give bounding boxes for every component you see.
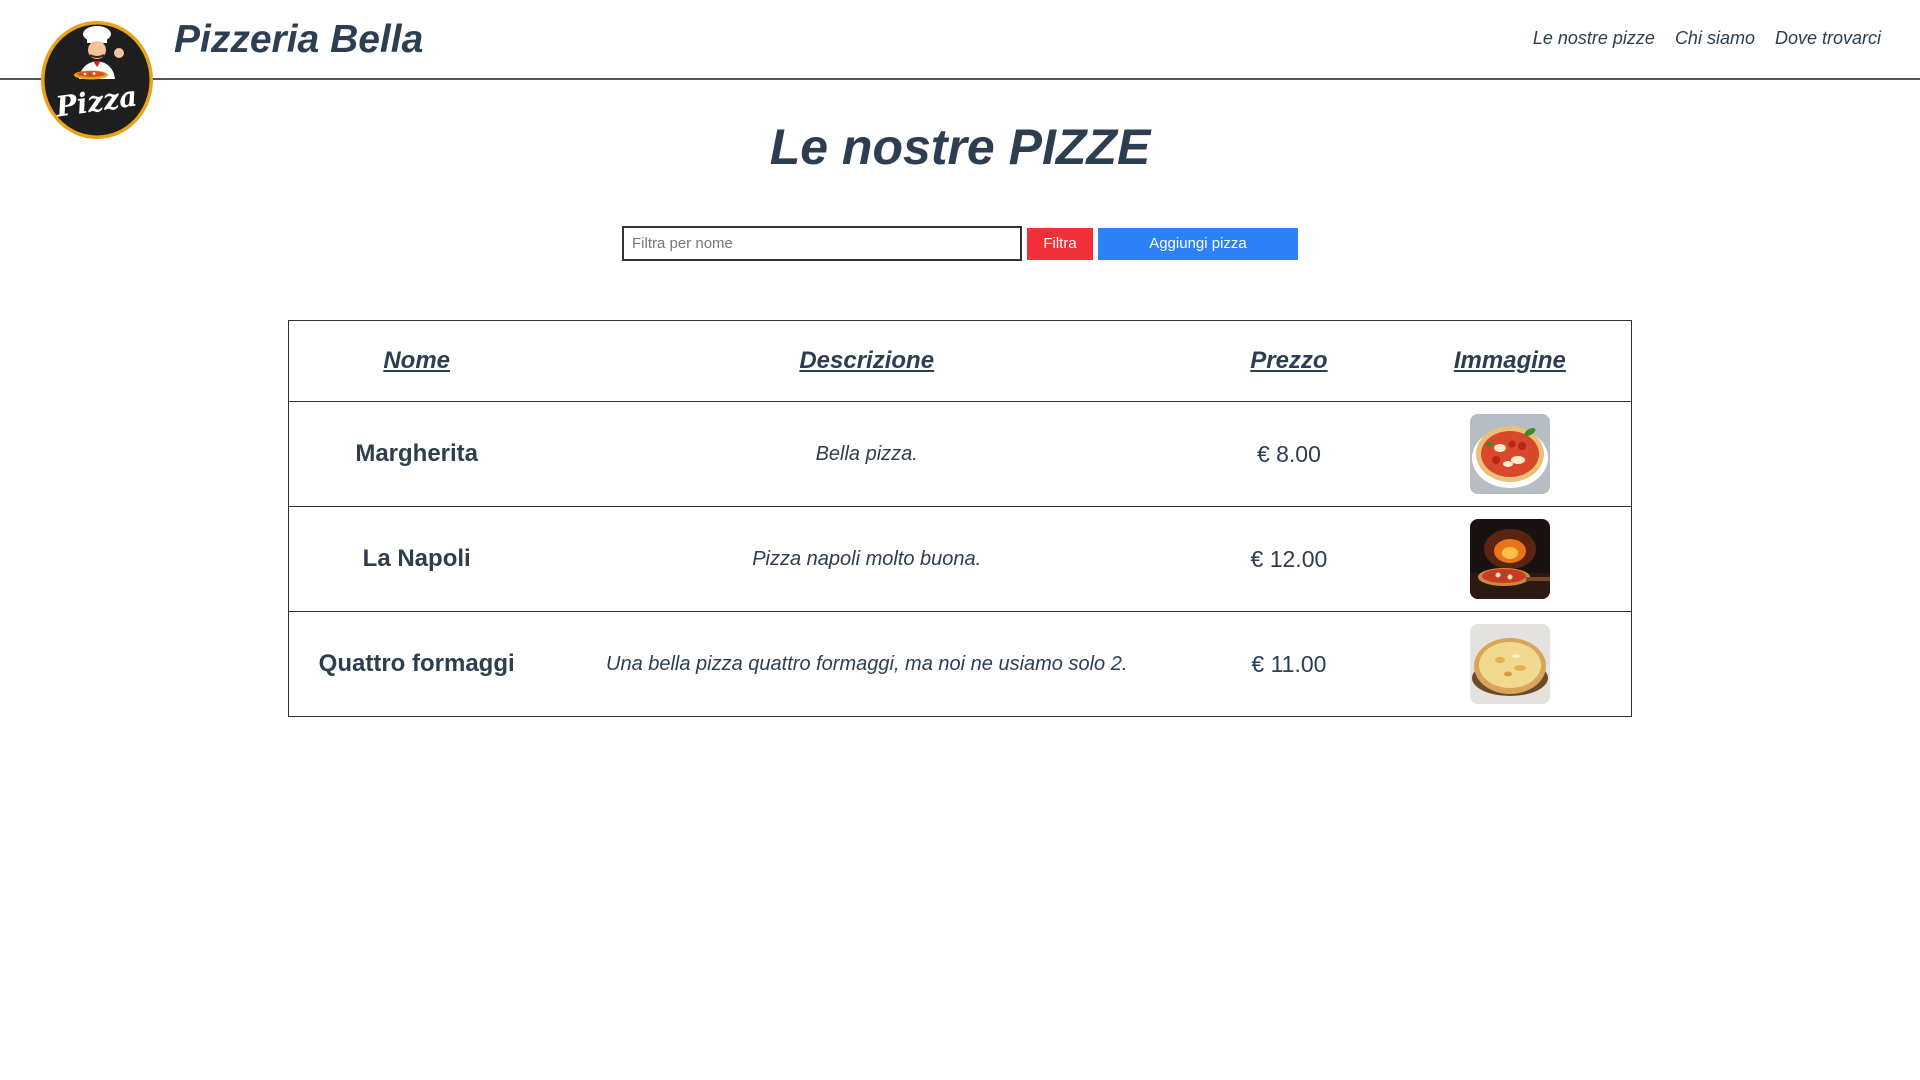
filter-button[interactable]: Filtra (1027, 227, 1093, 260)
pizza-name: La Napoli (362, 545, 471, 572)
brand-title[interactable]: Pizzeria Bella (174, 18, 423, 62)
pizza-price: € 8.00 (1256, 440, 1321, 467)
pizza-description: Pizza napoli molto buona. (752, 547, 982, 570)
pizza-price: € 12.00 (1250, 545, 1328, 572)
add-pizza-button[interactable]: Aggiungi pizza (1098, 227, 1298, 260)
pizza-image-cell (1389, 507, 1632, 612)
column-header-prezzo[interactable]: Prezzo (1189, 321, 1389, 402)
table-row[interactable]: Margherita Bella pizza. € 8.00 (288, 401, 1632, 507)
top-header: Pizza Pizzeria Bella Le nostre pizze Chi… (0, 0, 1920, 139)
pizzeria-logo[interactable]: Pizza (39, 19, 155, 141)
nav-link-chi-siamo[interactable]: Chi siamo (1675, 28, 1755, 49)
pizza-image-cell (1389, 402, 1632, 507)
main-nav: Le nostre pizze Chi siamo Dove trovarci (1533, 28, 1881, 49)
table-row[interactable]: La Napoli Pizza napoli molto buona. € 12… (288, 506, 1632, 612)
margherita-photo-icon[interactable] (1469, 414, 1550, 494)
pizza-table: Nome Descrizione Prezzo Immagine Margher… (288, 320, 1632, 717)
filter-toolbar: Filtra Aggiungi pizza (622, 226, 1298, 261)
pizza-name: Quattro formaggi (318, 650, 515, 677)
table-header-row: Nome Descrizione Prezzo Immagine (289, 321, 1632, 402)
pizza-name: Margherita (355, 440, 479, 467)
page-title: Le nostre PIZZE (769, 119, 1151, 175)
filter-name-input[interactable] (622, 226, 1022, 261)
pizza-image-cell (1389, 612, 1632, 717)
nav-link-pizze[interactable]: Le nostre pizze (1533, 28, 1655, 49)
chef-logo-icon: Pizza (41, 21, 153, 139)
napoli-oven-photo-icon[interactable] (1469, 519, 1550, 599)
pizza-description: Una bella pizza quattro formaggi, ma noi… (606, 652, 1128, 675)
table-row[interactable]: Quattro formaggi Una bella pizza quattro… (288, 611, 1632, 717)
pizza-price: € 11.00 (1251, 650, 1327, 677)
nav-link-dove-trovarci[interactable]: Dove trovarci (1775, 28, 1881, 49)
column-header-nome[interactable]: Nome (289, 321, 545, 402)
column-header-immagine[interactable]: Immagine (1389, 321, 1632, 402)
column-header-descrizione[interactable]: Descrizione (544, 321, 1189, 402)
pizza-description: Bella pizza. (815, 442, 918, 465)
quattro-formaggi-photo-icon[interactable] (1469, 624, 1550, 704)
